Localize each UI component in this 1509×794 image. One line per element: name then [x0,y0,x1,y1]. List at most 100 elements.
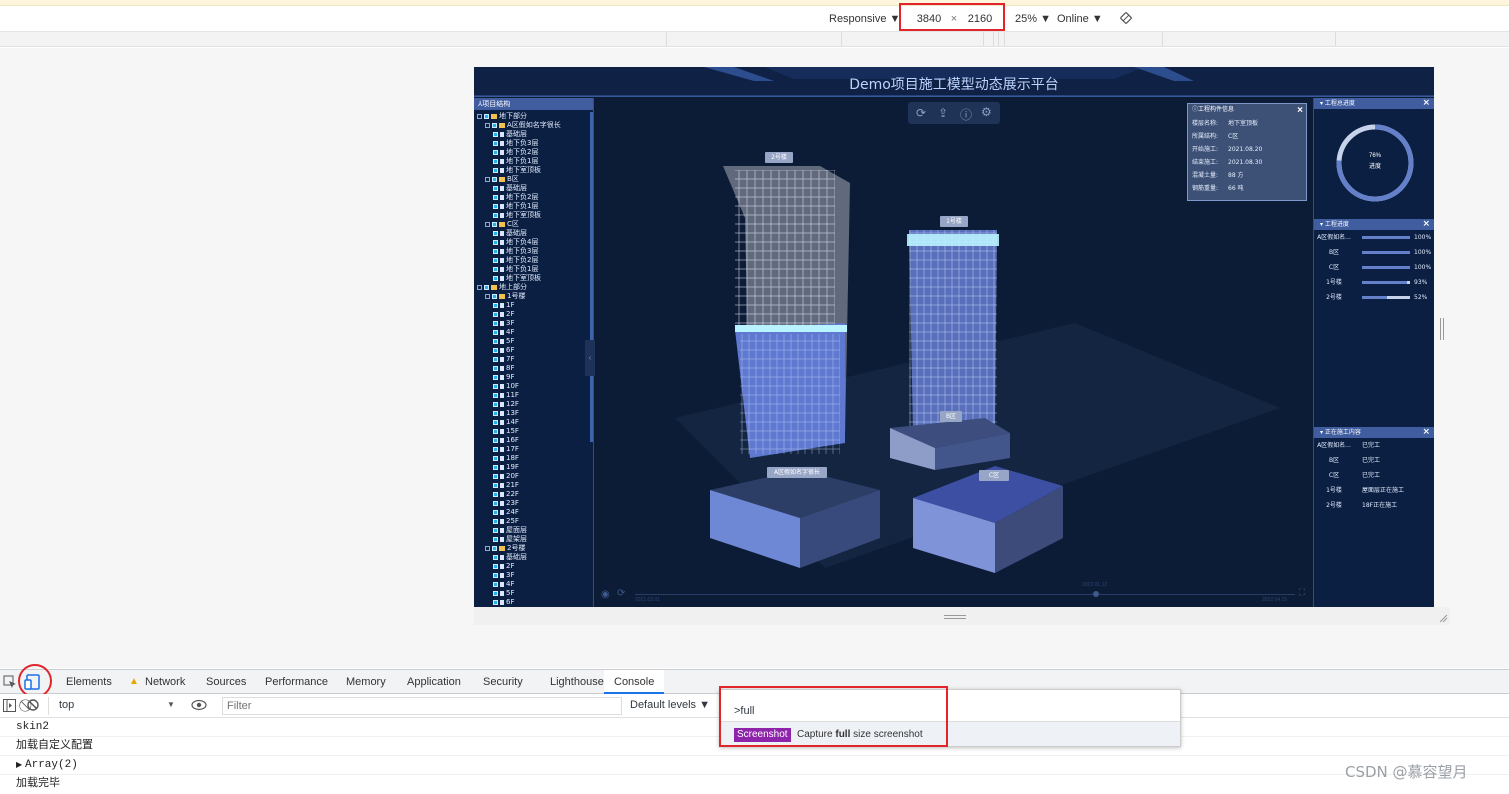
tree-node[interactable]: 20F [474,472,593,481]
checkbox[interactable] [493,258,498,263]
tab-elements[interactable]: Elements [66,670,112,694]
checkbox[interactable] [493,366,498,371]
checkbox[interactable] [493,537,498,542]
network-throttle-select[interactable]: Online ▼ [1057,12,1103,26]
checkbox[interactable] [493,204,498,209]
tree-node[interactable]: 地下负3层 [474,247,593,256]
tree-node[interactable]: 11F [474,391,593,400]
tree-node[interactable]: 2F [474,562,593,571]
tree-node[interactable]: 5F [474,589,593,598]
checkbox[interactable] [493,231,498,236]
tab-application[interactable]: Application [407,670,461,694]
tree-node[interactable]: 7F [474,355,593,364]
checkbox[interactable] [493,240,498,245]
tree-node[interactable]: 地下负1层 [474,265,593,274]
tree-node[interactable]: 屋架层 [474,535,593,544]
tree-node[interactable]: A区假如名字很长 [474,121,593,130]
checkbox[interactable] [493,132,498,137]
tree-node[interactable]: 16F [474,436,593,445]
checkbox[interactable] [492,123,497,128]
checkbox[interactable] [493,267,498,272]
checkbox[interactable] [493,573,498,578]
eye-icon[interactable] [191,698,207,712]
checkbox[interactable] [493,483,498,488]
checkbox[interactable] [493,582,498,587]
checkbox[interactable] [493,384,498,389]
tree-node[interactable]: 基础层 [474,130,593,139]
sidebar-toggle-icon[interactable] [3,699,16,712]
checkbox[interactable] [492,546,497,551]
tree-node[interactable]: 6F [474,598,593,607]
collapse-toggle-icon[interactable] [485,546,490,551]
checkbox[interactable] [493,168,498,173]
tree-node[interactable]: 地下负2层 [474,148,593,157]
context-select[interactable]: top ▼ [48,697,178,715]
zoom-select[interactable]: 25% ▼ [1015,12,1051,26]
tree-node[interactable]: 14F [474,418,593,427]
tree-node[interactable]: 22F [474,490,593,499]
timeline-track[interactable] [635,594,1295,595]
inspect-element-icon[interactable] [3,675,17,689]
checkbox[interactable] [493,357,498,362]
collapse-left-icon[interactable]: ‹ [585,340,595,376]
rotate-icon[interactable] [1120,12,1132,24]
zone-label-c[interactable]: C区 [979,470,1009,481]
tree-node[interactable]: 23F [474,499,593,508]
tree-node[interactable]: 9F [474,373,593,382]
tree-node[interactable]: 21F [474,481,593,490]
checkbox[interactable] [493,456,498,461]
console-line-expandable[interactable]: ▶ Array(2) [0,756,1509,775]
tree-node[interactable]: 6F [474,346,593,355]
tree-scrollbar[interactable] [590,112,593,442]
tree-node[interactable]: 地下负1层 [474,157,593,166]
checkbox[interactable] [493,501,498,506]
device-select[interactable]: Responsive ▼ [829,12,900,26]
checkbox[interactable] [493,519,498,524]
tree-node[interactable]: 12F [474,400,593,409]
checkbox[interactable] [493,492,498,497]
tree-node[interactable]: 地下负2层 [474,256,593,265]
tree-node[interactable]: 地下负4层 [474,238,593,247]
block-icon[interactable] [27,699,39,711]
console-filter-input[interactable] [222,697,622,715]
tree-node[interactable]: 13F [474,409,593,418]
checkbox[interactable] [493,321,498,326]
checkbox[interactable] [493,330,498,335]
close-icon[interactable]: × [1422,219,1430,230]
collapse-toggle-icon[interactable] [477,114,482,119]
tree-node[interactable]: 5F [474,337,593,346]
tree-node[interactable]: C区 [474,220,593,229]
checkbox[interactable] [492,294,497,299]
tree-node[interactable]: 3F [474,571,593,580]
zone-label-b[interactable]: B区 [940,411,962,422]
tree-node[interactable]: 地下室顶板 [474,211,593,220]
checkbox[interactable] [493,465,498,470]
tree-node[interactable]: 地下室顶板 [474,166,593,175]
checkbox[interactable] [493,474,498,479]
tree-node[interactable]: 地上部分 [474,283,593,292]
tree-node[interactable]: 地下负2层 [474,193,593,202]
checkbox[interactable] [493,195,498,200]
tab-memory[interactable]: Memory [346,670,386,694]
checkbox[interactable] [493,375,498,380]
checkbox[interactable] [493,510,498,515]
checkbox[interactable] [493,141,498,146]
log-levels-select[interactable]: Default levels ▼ [630,699,710,711]
tree-node[interactable]: 屋面层 [474,526,593,535]
checkbox[interactable] [493,150,498,155]
tree-node[interactable]: 17F [474,445,593,454]
building-label-1[interactable]: 1号楼 [940,216,968,227]
checkbox[interactable] [493,348,498,353]
resize-handle-right[interactable] [1440,318,1444,340]
tab-console[interactable]: Console [604,670,665,694]
tab-security[interactable]: Security [483,670,523,694]
tree-node[interactable]: 19F [474,463,593,472]
tree-node[interactable]: 4F [474,580,593,589]
collapse-toggle-icon[interactable] [477,285,482,290]
tree-node[interactable]: 4F [474,328,593,337]
checkbox[interactable] [493,438,498,443]
tree-node[interactable]: 基础层 [474,553,593,562]
checkbox[interactable] [492,177,497,182]
collapse-toggle-icon[interactable] [485,123,490,128]
resize-corner-icon[interactable] [1438,612,1448,623]
